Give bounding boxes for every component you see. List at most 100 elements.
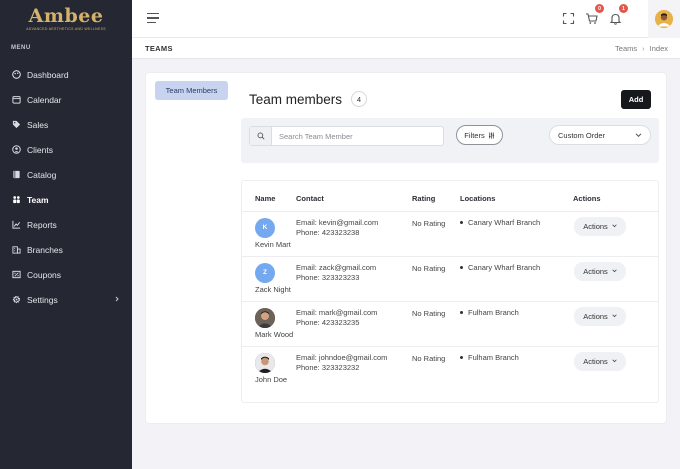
cart-badge: 0 <box>595 4 604 13</box>
palette-icon <box>12 70 21 79</box>
sidebar-item-label: Calendar <box>27 94 62 105</box>
brand-logo[interactable]: Ambee ADVANCED AESTHETICS AND WELLNESS <box>0 0 132 37</box>
column-header-locations: Locations <box>460 194 496 204</box>
member-location: Fulham Branch <box>460 353 573 362</box>
bullet-icon <box>460 265 463 269</box>
location-label: Canary Wharf Branch <box>468 262 541 272</box>
breadcrumb: Teams › Index <box>615 44 668 53</box>
bell-icon[interactable]: 1 <box>609 4 628 25</box>
member-location: Fulham Branch <box>460 308 573 317</box>
sidebar-item-clients[interactable]: Clients <box>0 137 132 162</box>
member-phone: Phone: 323323233 <box>296 273 360 282</box>
sidebar-item-label: Coupons <box>27 269 62 280</box>
person-photo-icon <box>255 307 275 328</box>
location-label: Fulham Branch <box>468 352 519 362</box>
menu-toggle-icon[interactable] <box>147 13 159 24</box>
sort-order-value: Custom Order <box>558 130 606 140</box>
sort-order-select[interactable]: Custom Order <box>549 125 651 145</box>
breadcrumb-separator-icon: › <box>642 44 645 53</box>
sidebar-item-team[interactable]: Team <box>0 187 132 212</box>
sidebar-item-sales[interactable]: Sales <box>0 112 132 137</box>
column-header-contact: Contact <box>296 194 324 204</box>
table-row[interactable]: Mark Wood Email: mark@gmail.com Phone: 4… <box>242 300 658 346</box>
book-icon <box>12 170 21 179</box>
tab-team-members[interactable]: Team Members <box>155 81 228 100</box>
search-box[interactable] <box>249 126 444 146</box>
actions-dropdown-button[interactable]: Actions <box>574 216 626 236</box>
breadcrumb-teams-link[interactable]: Teams <box>615 44 637 53</box>
section-title: Team members <box>249 92 343 107</box>
sidebar-item-label: Branches <box>27 244 63 255</box>
page-header: TEAMS Teams › Index <box>132 38 680 59</box>
chart-icon <box>12 220 21 229</box>
breadcrumb-current: Index <box>649 44 668 53</box>
sidebar-item-label: Reports <box>27 219 57 230</box>
member-rating: No Rating <box>412 218 446 228</box>
chevron-right-icon <box>115 296 119 302</box>
user-menu[interactable] <box>648 0 680 38</box>
member-email: Email: mark@gmail.com <box>296 307 378 317</box>
sidebar-item-branches[interactable]: Branches <box>0 237 132 262</box>
cart-icon[interactable]: 0 <box>585 4 604 25</box>
page-title: TEAMS <box>145 44 173 53</box>
sidebar-item-reports[interactable]: Reports <box>0 212 132 237</box>
building-icon <box>12 245 21 254</box>
chevron-down-icon <box>612 269 617 273</box>
fullscreen-icon[interactable] <box>562 12 575 25</box>
add-member-button[interactable]: Add <box>621 90 651 109</box>
chevron-down-icon <box>635 133 642 137</box>
chevron-down-icon <box>612 224 617 228</box>
coupon-icon <box>12 270 21 279</box>
actions-dropdown-button[interactable]: Actions <box>574 261 626 281</box>
filter-panel: Filters Custom Order <box>241 118 659 163</box>
avatar: K <box>255 217 275 238</box>
team-table-panel: Name Contact Rating Locations Actions K … <box>241 180 659 403</box>
user-circle-icon <box>12 145 21 154</box>
filters-button[interactable]: Filters <box>456 125 503 145</box>
member-rating: No Rating <box>412 353 446 363</box>
sidebar: Ambee ADVANCED AESTHETICS AND WELLNESS M… <box>0 0 132 469</box>
sliders-icon <box>488 131 494 139</box>
actions-label: Actions <box>583 311 608 321</box>
menu-heading: MENU <box>11 45 31 51</box>
member-location: Canary Wharf Branch <box>460 218 573 227</box>
member-email: Email: zack@gmail.com <box>296 262 377 272</box>
chevron-down-icon <box>612 314 617 318</box>
filters-label: Filters <box>464 130 485 140</box>
member-location: Canary Wharf Branch <box>460 263 573 272</box>
topbar: 0 1 <box>132 0 680 38</box>
search-input[interactable] <box>279 130 439 142</box>
table-header-row: Name Contact Rating Locations Actions <box>242 181 658 211</box>
notification-badge: 1 <box>619 4 628 13</box>
bullet-icon <box>460 355 463 359</box>
sidebar-item-calendar[interactable]: Calendar <box>0 87 132 112</box>
sidebar-item-coupons[interactable]: Coupons <box>0 262 132 287</box>
member-phone: Phone: 423323235 <box>296 318 360 327</box>
team-card: Team Members Team members 4 Add Filters … <box>145 72 667 424</box>
search-icon[interactable] <box>250 127 272 145</box>
column-header-actions: Actions <box>573 194 601 204</box>
member-rating: No Rating <box>412 263 446 273</box>
team-table: Name Contact Rating Locations Actions K … <box>242 181 658 391</box>
actions-label: Actions <box>583 266 608 276</box>
sidebar-item-catalog[interactable]: Catalog <box>0 162 132 187</box>
sidebar-item-dashboard[interactable]: Dashboard <box>0 62 132 87</box>
brand-name: Ambee <box>28 4 104 27</box>
table-row[interactable]: K Kevin Mart Email: kevin@gmail.com Phon… <box>242 210 658 256</box>
sidebar-item-settings[interactable]: Settings <box>0 287 132 312</box>
gear-icon <box>12 295 21 304</box>
actions-label: Actions <box>583 356 608 366</box>
sidebar-item-label: Team <box>27 194 49 205</box>
location-label: Fulham Branch <box>468 307 519 317</box>
actions-label: Actions <box>583 221 608 231</box>
table-row[interactable]: Z Zack Night Email: zack@gmail.com Phone… <box>242 255 658 301</box>
member-name: Mark Wood <box>255 329 294 339</box>
table-row[interactable]: John Doe Email: johndoe@gmail.com Phone:… <box>242 345 658 391</box>
member-rating: No Rating <box>412 308 446 318</box>
actions-dropdown-button[interactable]: Actions <box>574 351 626 371</box>
chevron-down-icon <box>612 359 617 363</box>
member-phone: Phone: 423323238 <box>296 228 360 237</box>
actions-dropdown-button[interactable]: Actions <box>574 306 626 326</box>
team-icon <box>12 195 21 204</box>
member-count-badge: 4 <box>351 91 367 107</box>
